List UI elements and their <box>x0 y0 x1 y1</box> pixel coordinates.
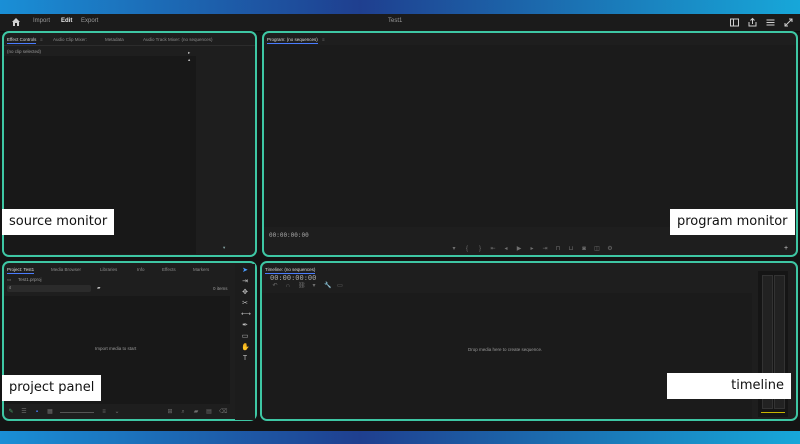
folder-icon[interactable]: ▰ <box>97 285 100 291</box>
timeline-toolbar: ↶ ∩ ⛓ ▾ 🔧 ▭ <box>272 283 350 289</box>
mark-in-icon[interactable]: { <box>464 246 470 252</box>
play-icon[interactable]: ▶ <box>516 246 522 252</box>
insert-icon[interactable]: ↶ <box>272 283 278 289</box>
timeline-label: timeline <box>667 373 791 399</box>
new-bin-button-icon[interactable]: ▰ <box>193 409 199 415</box>
tab-info[interactable]: Info <box>137 267 145 272</box>
automate-icon[interactable]: ⊞ <box>167 409 173 415</box>
zoom-slider[interactable] <box>60 412 94 413</box>
no-clip-selected-text: (no clip selected) <box>7 49 42 54</box>
pen-tool-icon[interactable]: ✒ <box>241 322 249 330</box>
comparison-view-icon[interactable]: ◫ <box>594 246 600 252</box>
new-item-icon[interactable]: ▤ <box>206 409 212 415</box>
timeline-track-area <box>262 293 752 419</box>
project-panel-label: project panel <box>2 375 102 401</box>
program-timecode[interactable]: 00:00:00:00 <box>269 232 309 239</box>
mark-out-icon[interactable]: } <box>477 246 483 252</box>
tab-menu-icon[interactable]: ≡ <box>40 37 43 42</box>
step-back-icon[interactable]: ◂ <box>503 246 509 252</box>
source-monitor-label: source monitor <box>2 209 115 235</box>
item-count: 0 items <box>213 286 228 291</box>
tab-media-browser[interactable]: Media Browser <box>51 267 81 272</box>
selection-tool-icon[interactable]: ➤ <box>241 267 249 275</box>
premiere-app-window: Import Edit Export Test1 Effect Controls… <box>0 14 800 431</box>
search-input[interactable]: ⌕ <box>7 285 91 292</box>
lift-icon[interactable]: ⊓ <box>555 246 561 252</box>
fullscreen-icon[interactable] <box>783 17 794 28</box>
tab-libraries[interactable]: Libraries <box>100 267 117 272</box>
sort-dropdown-icon[interactable]: ⌄ <box>114 409 120 415</box>
add-marker-icon[interactable]: ▾ <box>451 246 457 252</box>
project-bottom-toolbar: ✎ ☰ ▪ ▦ ≡ ⌄ <box>8 409 127 415</box>
rectangle-tool-icon[interactable]: ▭ <box>241 333 249 341</box>
snap-icon[interactable]: ∩ <box>285 283 291 289</box>
tab-effects[interactable]: Effects <box>162 267 176 272</box>
linked-selection-icon[interactable]: ⛓ <box>298 283 306 289</box>
search-icon: ⌕ <box>9 285 12 290</box>
export-frame-icon[interactable]: ◙ <box>581 246 587 252</box>
find-icon[interactable]: ⌕ <box>180 409 186 415</box>
project-file-name: Test1.prproj <box>18 277 42 282</box>
share-icon[interactable] <box>747 17 758 28</box>
timeline-title[interactable]: Timeline: (no sequences) <box>265 267 316 274</box>
tab-project[interactable]: Project: Test1 <box>7 267 35 274</box>
meter-level-line <box>761 412 785 413</box>
tab-markers[interactable]: Markers <box>193 267 209 272</box>
clear-icon[interactable]: ⌫ <box>219 409 227 415</box>
menu-export[interactable]: Export <box>81 18 98 24</box>
tools-panel <box>235 264 255 420</box>
collapse-arrow-icon[interactable]: ▸ <box>188 50 190 56</box>
project-title: Test1 <box>388 18 403 24</box>
add-marker-timeline-icon[interactable]: ▾ <box>311 283 317 289</box>
tab-divider <box>4 45 255 46</box>
playback-controls: ▾ { } ⇤ ◂ ▶ ▸ ⇥ ⊓ ⊔ ◙ ◫ ⚙ <box>451 246 620 252</box>
workspaces-icon[interactable] <box>729 17 740 28</box>
hand-tool-icon[interactable]: ✋ <box>241 344 250 352</box>
new-bin-icon[interactable]: ▭ <box>7 277 11 283</box>
project-right-toolbar: ⊞ ⌕ ▰ ▤ ⌫ <box>167 409 232 415</box>
menu-bar: Import Edit Export Test1 <box>0 14 800 32</box>
go-to-out-icon[interactable]: ⇥ <box>542 246 548 252</box>
icon-view-icon[interactable]: ▪ <box>34 409 40 415</box>
menu-edit[interactable]: Edit <box>61 18 72 24</box>
pencil-icon[interactable]: ✎ <box>8 409 14 415</box>
program-title[interactable]: Program: (no sequences) <box>267 37 318 44</box>
program-menu-icon[interactable]: ≡ <box>322 37 325 42</box>
wrench-icon[interactable]: 🔧 <box>324 283 331 289</box>
track-select-tool-icon[interactable]: ⇥ <box>241 278 249 286</box>
tab-audio-track-mixer[interactable]: Audio Track Mixer: (no sequences) <box>143 37 213 42</box>
drop-media-message: Drop media here to create sequence. <box>468 347 543 352</box>
tab-metadata[interactable]: Metadata <box>105 37 124 42</box>
razor-tool-icon[interactable]: ✂ <box>241 300 249 308</box>
menu-import[interactable]: Import <box>33 18 50 24</box>
tab-effect-controls[interactable]: Effect Controls <box>7 37 37 44</box>
extract-icon[interactable]: ⊔ <box>568 246 574 252</box>
freeform-view-icon[interactable]: ▦ <box>47 409 53 415</box>
program-monitor-label: program monitor <box>670 209 795 235</box>
add-button-icon[interactable]: + <box>784 245 788 252</box>
home-icon[interactable] <box>11 17 21 27</box>
scroll-up-icon[interactable]: ▴ <box>188 57 190 63</box>
captions-icon[interactable]: ▭ <box>337 283 343 289</box>
slip-tool-icon[interactable]: ⟷ <box>241 311 251 319</box>
list-view-icon[interactable]: ☰ <box>21 409 27 415</box>
go-to-in-icon[interactable]: ⇤ <box>490 246 496 252</box>
ripple-edit-tool-icon[interactable]: ✥ <box>241 289 249 297</box>
quick-settings-icon[interactable] <box>765 17 776 28</box>
import-media-message: Import media to start <box>95 346 137 351</box>
sort-icon[interactable]: ≡ <box>101 409 107 415</box>
type-tool-icon[interactable]: T <box>241 355 249 363</box>
tab-audio-clip-mixer[interactable]: Audio Clip Mixer: <box>53 37 87 42</box>
program-video-area <box>264 45 796 227</box>
timeline-timecode[interactable]: 00:00:00:00 <box>270 274 316 282</box>
settings-icon[interactable]: ⚙ <box>607 246 613 252</box>
step-forward-icon[interactable]: ▸ <box>529 246 535 252</box>
filter-icon[interactable]: ▾ <box>223 245 225 251</box>
